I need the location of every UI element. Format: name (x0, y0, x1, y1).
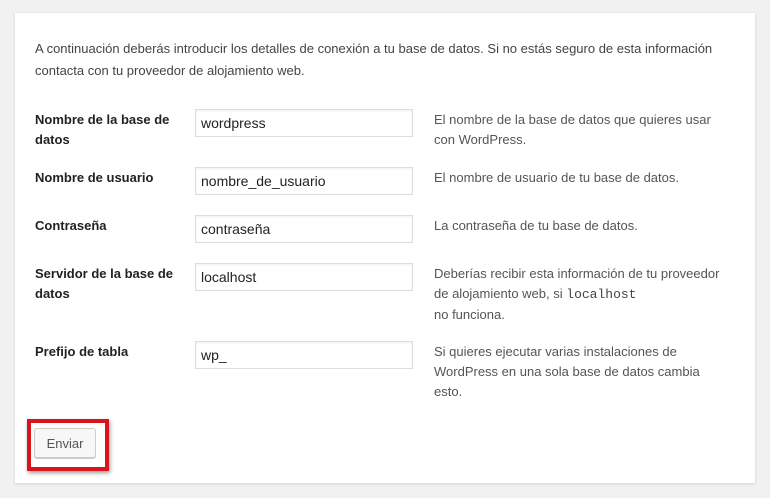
password-description: La contraseña de tu base de datos. (434, 218, 638, 233)
dbname-input[interactable] (195, 109, 413, 137)
prefix-label: Prefijo de tabla (35, 344, 129, 359)
prefix-input[interactable] (195, 341, 413, 369)
prefix-description: Si quieres ejecutar varias instalaciones… (434, 344, 700, 399)
intro-text: A continuación deberás introducir los de… (35, 41, 713, 78)
submit-button[interactable]: Enviar (34, 428, 96, 458)
dbhost-input[interactable] (195, 263, 413, 291)
username-label: Nombre de usuario (35, 170, 154, 185)
dbname-description: El nombre de la base de datos que quiere… (434, 112, 711, 147)
username-description: El nombre de usuario de tu base de datos… (434, 170, 679, 185)
password-input[interactable] (195, 215, 413, 243)
dbhost-label: Servidor de la base de datos (35, 266, 174, 301)
username-input[interactable] (195, 167, 413, 195)
dbhost-description-code: localhost (566, 287, 637, 302)
password-label: Contraseña (35, 218, 107, 233)
dbname-label: Nombre de la base de datos (35, 112, 170, 147)
setup-panel: A continuación deberás introducir los de… (15, 13, 755, 483)
dbhost-description-after: no funciona. (434, 307, 505, 322)
dbhost-description: Deberías recibir esta información de tu … (434, 264, 724, 325)
